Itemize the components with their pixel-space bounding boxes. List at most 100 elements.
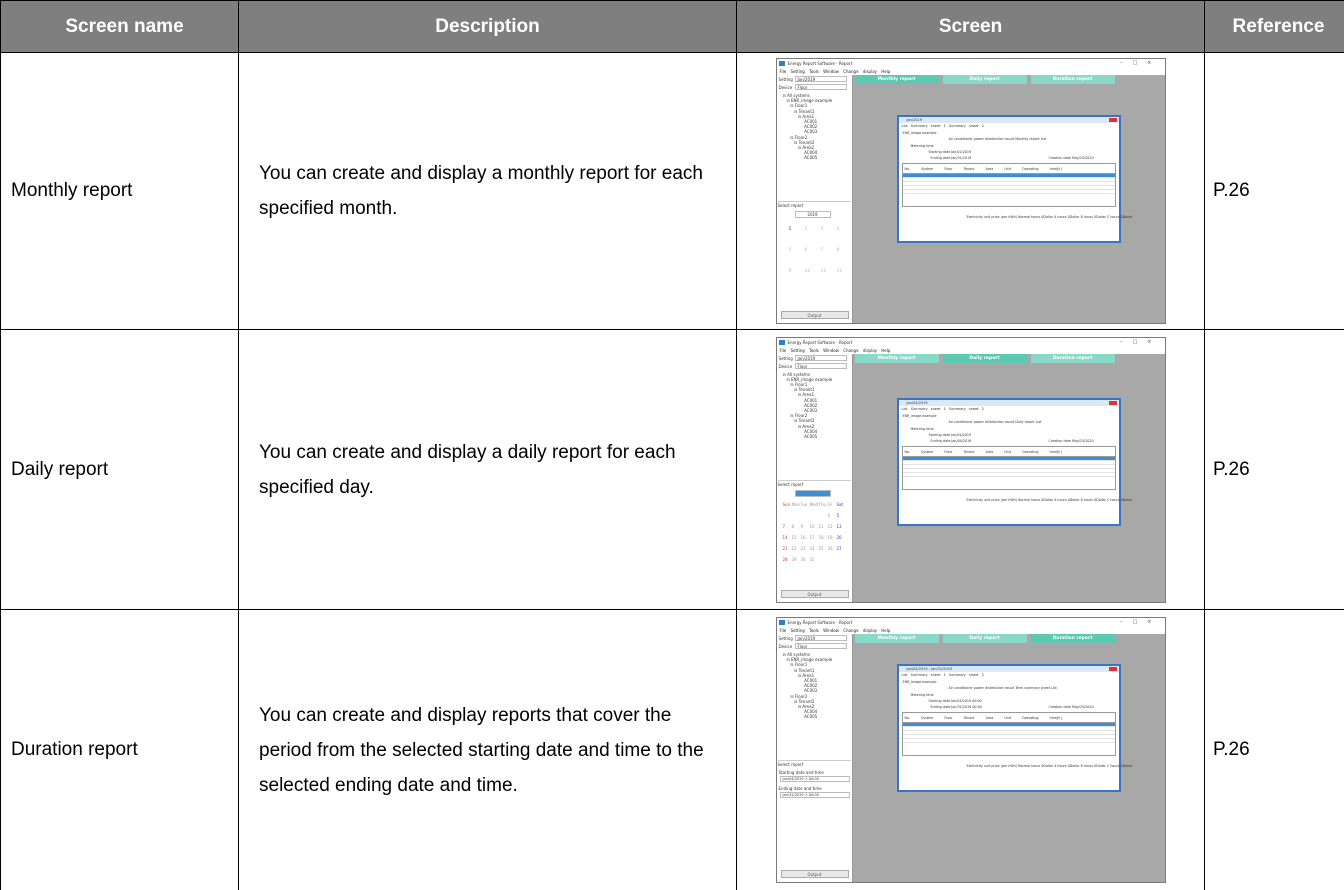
unit-price-footer: Electricity unit price (per kWh) Normal …	[966, 764, 1133, 768]
setting-select: Jan/2019	[794, 354, 847, 361]
system-tree: ⊟ All systems ⊟ ENR_image example ⊟ Floo…	[782, 93, 833, 161]
output-button: Output	[780, 589, 849, 598]
sheet-tabs: List Summary sheet 1 Summary sheet 2	[901, 673, 985, 677]
header-screen-name: Screen name	[0, 0, 239, 53]
grid-header: No. System Floor Tenant Area Unit Operat…	[902, 164, 1115, 174]
device-select: Floor	[794, 84, 847, 90]
unit-price-footer: Electricity unit price (per kWh) Normal …	[966, 497, 1133, 502]
result-title: Air conditioner power distribution resul…	[948, 419, 1042, 424]
system-tree: ⊟ All systems ⊟ ENR_image example ⊟ Floo…	[782, 371, 833, 439]
screen-cell: Energy Report Software - Report –□× File…	[736, 609, 1205, 890]
site-name: ENR_image example	[902, 413, 937, 418]
starting-label: Starting date and time	[778, 770, 824, 775]
device-label: Device	[778, 363, 793, 369]
setting-label: Setting	[778, 355, 793, 361]
ending-input: Jan/31/2019 ↗ 00:00	[779, 792, 850, 798]
table-row: Monthly report You can create and displa…	[0, 52, 1344, 330]
header-row: Screen name Description Screen Reference	[0, 0, 1344, 53]
menu-bar: File Setting Tools Window Change display…	[776, 346, 1165, 354]
year-box: 2019	[794, 211, 831, 218]
site-name: ENR_image example	[902, 131, 937, 135]
screen-name-cell: Daily report	[0, 329, 239, 610]
report-window: Jan/04/2019 List Summary sheet 1 Summary…	[896, 397, 1133, 526]
starting-date: Starting date Jan/01/2019	[928, 150, 972, 154]
starting-date: Starting date Jan/04/2019 00:00	[928, 699, 982, 703]
window-title: Energy Report Software - Report	[776, 337, 1165, 347]
reference-cell: P.26	[1204, 52, 1344, 330]
ending-date: Ending date Jan/31/2019	[930, 156, 972, 160]
tab-monthly-report: Monthly report	[854, 353, 939, 363]
ending-date: Ending date Jan/31/2019 00:00	[930, 705, 982, 709]
device-label: Device	[778, 644, 793, 649]
header-screen: Screen	[736, 0, 1205, 53]
tab-monthly-report: Monthly report	[854, 75, 939, 84]
screen-name-cell: Monthly report	[0, 52, 239, 330]
screen-cell: Energy Report Software - Report –□× File…	[736, 52, 1205, 330]
description-cell: You can create and display a monthly rep…	[238, 52, 737, 330]
calendar-grid: Sun Mon Tue Wed Thu Fri Sat 45 7 8 9 10 11 12 13 14 1…	[782, 501, 844, 562]
setting-label: Setting	[778, 77, 793, 82]
creation-date: Creation date May/25/2020	[1048, 705, 1094, 709]
report-window: Jan/04/2019 - Jan/31/2019 List Summary s…	[896, 664, 1133, 792]
window-controls: –□×	[1120, 619, 1162, 625]
left-pane: Setting Jan/2019 Device Floor ⊟ All syst…	[776, 634, 853, 882]
left-pane: Setting Jan/2019 Device Floor ⊟ All syst…	[776, 75, 853, 323]
setting-select: Jan/2019	[794, 76, 847, 82]
window-controls: –□×	[1120, 60, 1162, 66]
device-select: Floor	[794, 362, 847, 369]
starting-input: Jan/04/2019 ↗ 00:00	[779, 776, 850, 782]
window-controls: –□×	[1120, 338, 1162, 345]
creation-date: Creation date May/25/2020	[1048, 156, 1094, 160]
setting-label: Setting	[778, 636, 793, 641]
header-reference: Reference	[1204, 0, 1344, 53]
app-icon	[778, 339, 785, 345]
table-row: Duration report You can create and displ…	[0, 609, 1344, 890]
monthly-report-screenshot: Energy Report Software - Report –□× File…	[775, 58, 1166, 324]
device-label: Device	[778, 85, 793, 90]
device-select: Floor	[794, 643, 847, 649]
close-icon	[1108, 118, 1117, 122]
grid-header: No. System Floor Tenant Area Unit Operat…	[902, 447, 1115, 457]
ending-label: Ending date and time	[778, 786, 822, 791]
close-icon	[1108, 667, 1117, 671]
sheet-tabs: List Summary sheet 1 Summary sheet 2	[901, 406, 985, 411]
site-name: ENR_image example	[902, 680, 937, 684]
unit-price-footer: Electricity unit price (per kWh) Normal …	[966, 215, 1133, 219]
menu-bar: File Setting Tools Window Change display…	[776, 627, 1165, 634]
description-cell: You can create and display a daily repor…	[238, 329, 737, 610]
tab-duration-report: Duration report	[1030, 353, 1115, 363]
window-title: Energy Report Software - Report	[776, 618, 1165, 627]
starting-date: Starting date Jan/04/2019	[928, 432, 972, 437]
menu-bar: File Setting Tools Window Change display…	[776, 68, 1165, 75]
month-grid: 1234 5678 9 10 11 12	[788, 227, 843, 274]
tab-duration-report: Duration report	[1030, 75, 1115, 84]
system-tree: ⊟ All systems ⊟ ENR_image example ⊟ Floo…	[782, 652, 833, 720]
select-report-label: Select report	[777, 201, 851, 208]
screen-cell: Energy Report Software - Report –□× File…	[736, 329, 1205, 610]
reference-cell: P.26	[1204, 609, 1344, 890]
grid-header: No. System Floor Tenant Area Unit Operat…	[902, 713, 1115, 723]
report-tabs: Monthly report Daily report Duration rep…	[854, 75, 1165, 85]
tab-daily-report: Daily report	[942, 75, 1027, 84]
screen-reference-table: Screen name Description Screen Reference…	[0, 0, 1344, 890]
report-window: Jan/2019 List Summary sheet 1 Summary sh…	[896, 115, 1133, 243]
report-grid: No. System Floor Tenant Area Unit Operat…	[901, 163, 1116, 207]
tab-duration-report: Duration report	[1030, 634, 1115, 643]
setting-select: Jan/2019	[794, 635, 847, 641]
daily-report-screenshot: Energy Report Software - Report –□× File…	[775, 336, 1166, 603]
output-button: Output	[780, 870, 849, 878]
sheet-tabs: List Summary sheet 1 Summary sheet 2	[901, 124, 985, 128]
description-cell: You can create and display reports that …	[238, 609, 737, 890]
ending-date: Ending date Jan/04/2019	[930, 438, 972, 443]
window-title: Energy Report Software - Report	[776, 59, 1165, 68]
tab-daily-report: Daily report	[942, 353, 1027, 363]
reference-cell: P.26	[1204, 329, 1344, 610]
output-button: Output	[780, 311, 849, 319]
close-icon	[1108, 400, 1117, 405]
metering-time: Metering time	[910, 426, 934, 431]
duration-report-screenshot: Energy Report Software - Report –□× File…	[775, 617, 1166, 883]
screen-name-cell: Duration report	[0, 609, 239, 890]
metering-time: Metering time	[910, 693, 934, 697]
tab-monthly-report: Monthly report	[854, 634, 939, 643]
select-report-label: Select report	[777, 479, 851, 487]
